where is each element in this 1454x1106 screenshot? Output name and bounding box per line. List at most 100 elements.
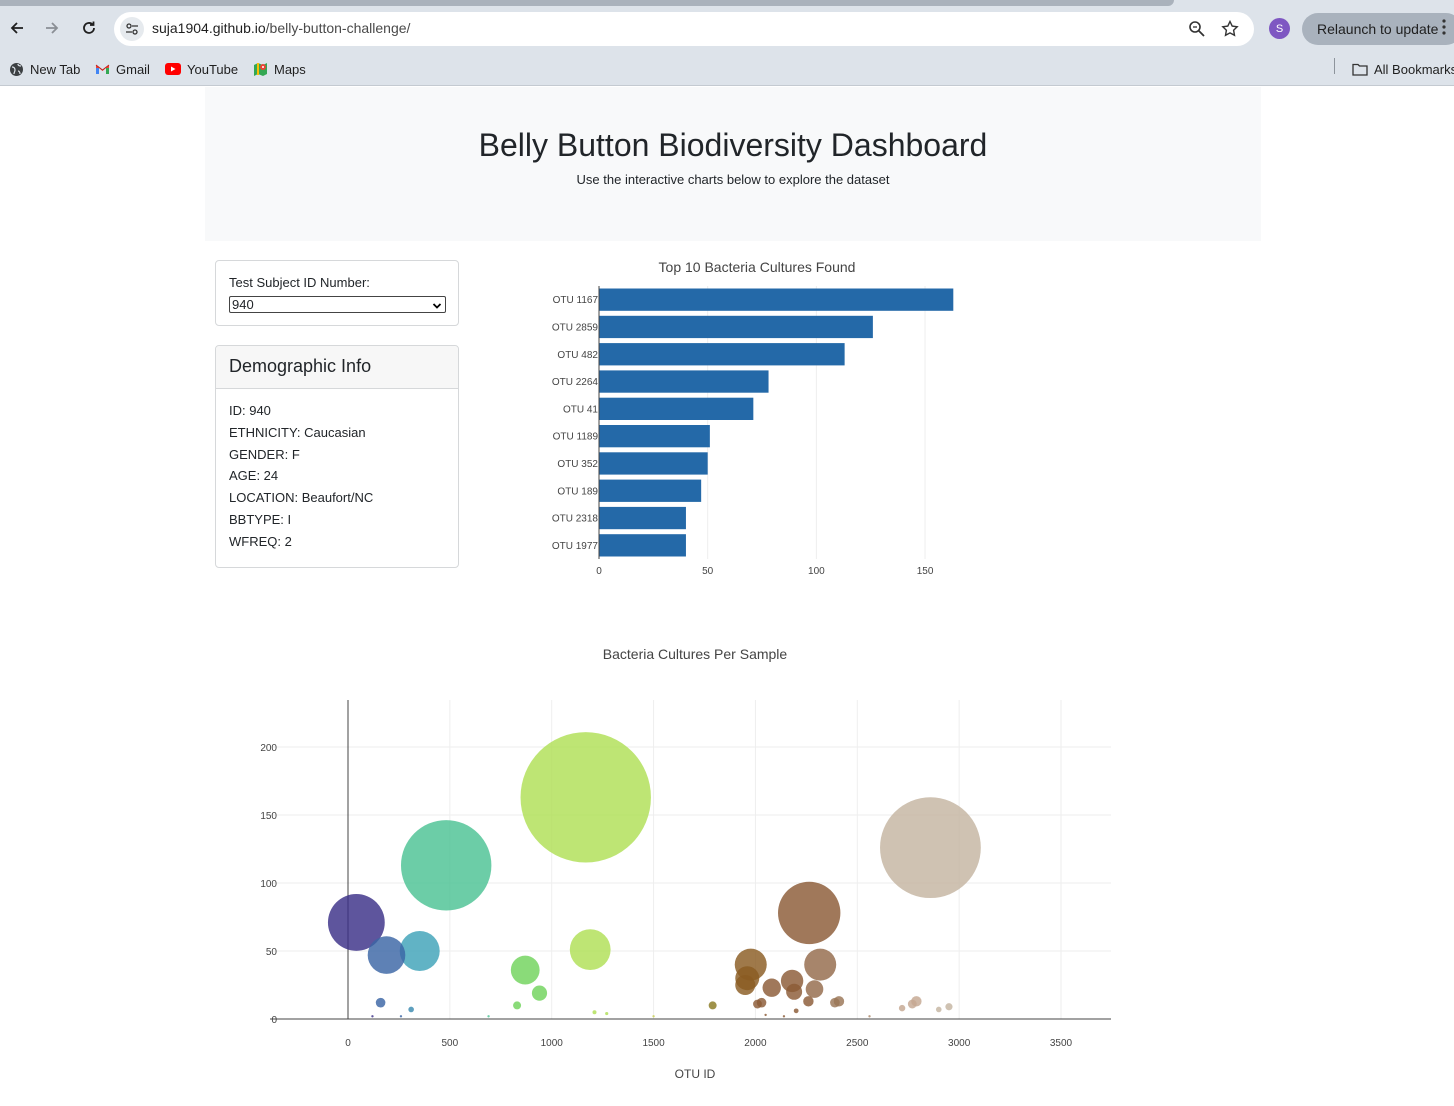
demo-ethnicity: ETHNICITY: Caucasian — [229, 425, 366, 440]
page-subtitle: Use the interactive charts below to expl… — [576, 172, 890, 187]
bubble-point — [375, 997, 386, 1008]
bubble-point — [520, 732, 651, 863]
bubble-point — [868, 1015, 871, 1018]
url-text[interactable]: suja1904.github.io/belly-button-challeng… — [152, 20, 410, 36]
bubble-point — [880, 797, 981, 899]
bubble-x-tick-label: 0 — [345, 1038, 351, 1049]
zoom-icon[interactable] — [1187, 19, 1207, 39]
subject-selector-card: Test Subject ID Number: 940 — [215, 260, 459, 326]
bar-category-label: OTU 1167 — [553, 295, 599, 306]
bubble-point — [592, 1010, 597, 1015]
bubble-point — [371, 1015, 374, 1018]
bookmark-label: Maps — [274, 61, 306, 77]
bubble-y-tick-label: 100 — [260, 879, 277, 890]
bookmark-youtube[interactable]: YouTube — [165, 59, 238, 79]
bookmark-maps[interactable]: Maps — [252, 59, 306, 79]
bubble-point — [510, 955, 540, 985]
bubble-point — [762, 978, 781, 997]
bookmarks-separator — [1334, 58, 1335, 74]
bubble-x-tick-label: 1500 — [642, 1038, 665, 1049]
forward-button[interactable] — [38, 14, 66, 42]
bar-x-tick-label: 50 — [702, 566, 714, 577]
forward-arrow-icon — [46, 22, 59, 34]
demographic-header: Demographic Info — [216, 346, 458, 389]
bubble-y-tick-label: 0 — [271, 1015, 277, 1026]
globe-icon — [8, 61, 24, 77]
bubble-point — [804, 948, 837, 981]
folder-icon — [1352, 61, 1368, 77]
demographic-info-card: Demographic Info ID: 940 ETHNICITY: Cauc… — [215, 345, 459, 568]
bubble-point — [935, 1006, 942, 1013]
bar — [599, 479, 702, 502]
bubble-chart[interactable]: 0501001502000 500 1000 1500 2000 2500 3000 3500… — [230, 640, 1190, 1100]
bubble-point — [945, 1003, 953, 1011]
bubble-point — [708, 1001, 717, 1010]
all-bookmarks-label: All Bookmarks — [1374, 61, 1454, 77]
bar — [599, 370, 769, 393]
bubble-point — [569, 929, 611, 971]
bar-category-label: OTU 2859 — [552, 322, 599, 333]
bubble-x-axis-label: OTU ID — [675, 1067, 716, 1081]
address-bar[interactable]: suja1904.github.io/belly-button-challeng… — [114, 12, 1254, 46]
bubble-point — [753, 999, 762, 1009]
bubble-y-tick-label: 50 — [266, 947, 278, 958]
bubble-point — [652, 1015, 655, 1018]
bubble-point — [400, 820, 492, 911]
bookmark-label: YouTube — [187, 61, 239, 77]
bar-category-label: OTU 41 — [563, 404, 598, 415]
back-button[interactable] — [3, 14, 31, 42]
header-jumbotron: Belly Button Biodiversity Dashboard Use … — [205, 87, 1261, 241]
bubble-point — [399, 1015, 403, 1018]
maps-icon — [252, 61, 268, 77]
demo-id: ID: 940 — [229, 403, 271, 418]
bubble-x-tick-label: 500 — [442, 1038, 459, 1049]
bar-chart-title: Top 10 Bacteria Cultures Found — [659, 259, 856, 275]
bubble-x-tick-label: 3500 — [1050, 1038, 1073, 1049]
bubble-point — [367, 936, 406, 974]
bubble-point — [605, 1011, 609, 1016]
site-info-icon[interactable] — [120, 17, 144, 41]
bar — [599, 397, 754, 420]
top10-bar-chart[interactable]: 0 50 100 150 OTU 1167 OTU 2859 OTU 482 OTU 2264… — [530, 250, 1000, 580]
bookmark-gmail[interactable]: Gmail — [94, 59, 150, 79]
bubble-point — [830, 997, 840, 1008]
page-title: Belly Button Biodiversity Dashboard — [478, 127, 988, 163]
bubble-x-tick-label: 2500 — [846, 1038, 869, 1049]
bar-category-label: OTU 189 — [557, 486, 598, 497]
bubble-point — [764, 1013, 767, 1017]
bubble-point — [803, 996, 814, 1007]
profile-avatar[interactable]: S — [1269, 18, 1290, 39]
bubble-point — [487, 1015, 490, 1018]
demo-age: AGE: 24 — [229, 468, 279, 483]
url-host: suja1904.github.io — [152, 20, 266, 36]
bubble-point — [408, 1006, 414, 1013]
reload-button[interactable] — [75, 14, 103, 42]
bar — [599, 315, 873, 339]
bubble-point — [907, 999, 917, 1009]
subject-selector-label: Test Subject ID Number: — [229, 275, 370, 290]
reload-icon — [83, 21, 95, 34]
bar — [599, 425, 710, 448]
menu-dots-icon[interactable] — [1442, 19, 1446, 38]
bubble-x-tick-label: 3000 — [948, 1038, 971, 1049]
all-bookmarks-button[interactable]: All Bookmarks — [1352, 59, 1454, 79]
bar-category-label: OTU 1977 — [552, 541, 599, 552]
browser-toolbar: suja1904.github.io/belly-button-challeng… — [0, 6, 1454, 52]
bookmark-label: New Tab — [30, 61, 81, 77]
bookmark-new-tab[interactable]: New Tab — [8, 59, 80, 79]
url-path: /belly-button-challenge/ — [265, 20, 411, 36]
bubble-point — [805, 980, 824, 998]
demo-bbtype: BBTYPE: I — [229, 512, 292, 527]
bar-category-label: OTU 1189 — [553, 432, 599, 443]
bar — [599, 452, 708, 475]
demo-location: LOCATION: Beaufort/NC — [229, 490, 374, 505]
bar — [599, 343, 845, 366]
bar-category-label: OTU 482 — [557, 350, 598, 361]
subject-id-select[interactable]: 940 — [229, 296, 446, 313]
bar — [599, 534, 686, 557]
bar-x-tick-label: 100 — [808, 566, 825, 577]
bubble-y-tick-label: 200 — [260, 743, 277, 754]
bar-x-tick-label: 0 — [596, 566, 602, 577]
relaunch-button[interactable]: Relaunch to update — [1302, 13, 1454, 45]
bookmark-star-icon[interactable] — [1220, 19, 1240, 39]
